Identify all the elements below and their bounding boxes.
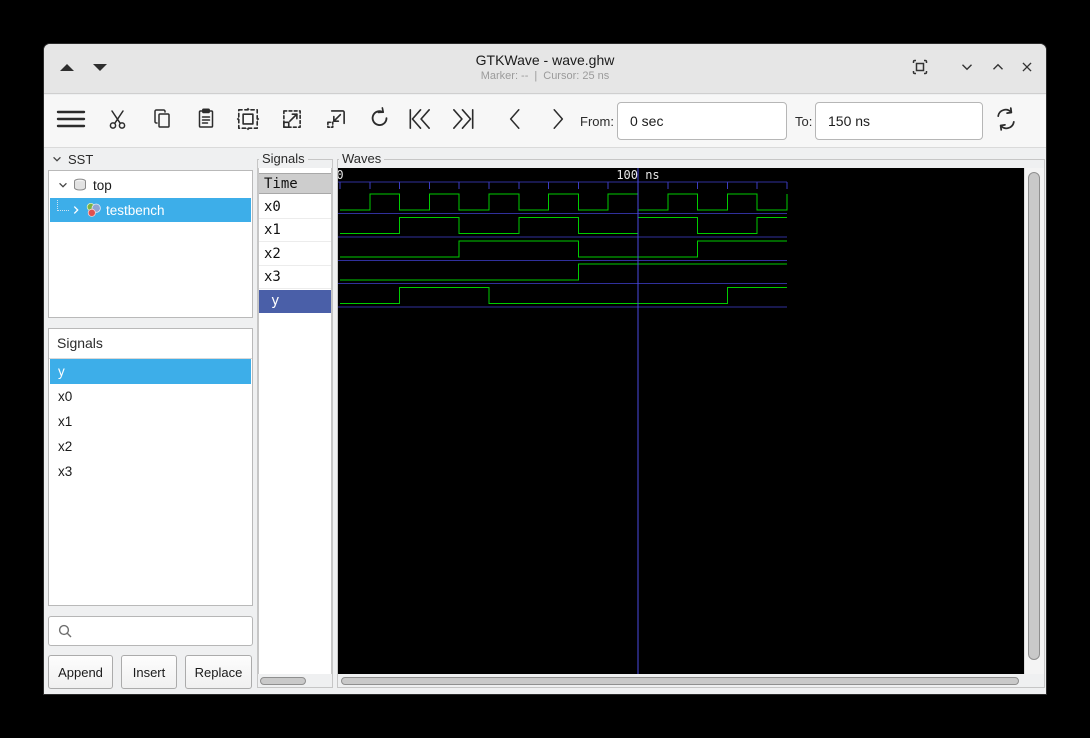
- fullscreen-icon: [910, 57, 930, 82]
- skip-to-end-button[interactable]: [448, 106, 478, 136]
- shade-up-button[interactable]: [60, 64, 74, 71]
- zoom-fit-button[interactable]: [233, 106, 263, 136]
- prev-edge-icon: [503, 106, 527, 137]
- signal-list-item-x0[interactable]: x0: [50, 384, 251, 409]
- trace-name-x3[interactable]: x3: [259, 266, 331, 290]
- trace-name-x0[interactable]: x0: [259, 196, 331, 219]
- waves-hscrollbar[interactable]: [338, 675, 1024, 688]
- waves-frame-label: Waves: [339, 151, 385, 166]
- tree-item-label: top: [93, 177, 112, 193]
- waveform-plot[interactable]: 0 100 ns: [338, 168, 1024, 674]
- cursor-status: Cursor: 25 ns: [543, 70, 610, 82]
- waves-hscrollbar-thumb[interactable]: [341, 677, 1019, 685]
- paste-icon: [195, 107, 217, 136]
- svg-text:0: 0: [338, 168, 344, 182]
- chevron-down-icon: [50, 152, 64, 166]
- desktop: GTKWave - wave.ghw Marker: -- | Cursor: 25…: [0, 0, 1090, 738]
- signal-list-item-x3[interactable]: x3: [50, 459, 251, 484]
- tree-item-top[interactable]: top: [50, 173, 251, 197]
- copy-icon: [151, 107, 173, 136]
- fullscreen-button[interactable]: [908, 57, 932, 81]
- reload-button[interactable]: [991, 106, 1021, 136]
- tree-item-testbench[interactable]: testbench: [50, 198, 251, 222]
- zoom-in-icon: [279, 106, 305, 137]
- reload-icon: [992, 105, 1020, 138]
- trace-name-x1[interactable]: x1: [259, 219, 331, 243]
- signal-search-panel: Signals y x0 x1 x2 x3: [48, 328, 253, 606]
- prev-edge-button[interactable]: [500, 106, 530, 136]
- tree-item-label: testbench: [106, 202, 165, 218]
- names-hscrollbar[interactable]: [258, 675, 332, 688]
- signals-frame-label: Signals: [259, 151, 308, 166]
- zoom-fit-icon: [235, 106, 261, 137]
- gtkwave-window: GTKWave - wave.ghw Marker: -- | Cursor: 25…: [44, 44, 1046, 694]
- titlebar-text: GTKWave - wave.ghw Marker: -- | Cursor: 25…: [44, 44, 1046, 82]
- chevron-up-icon: [989, 58, 1007, 81]
- menu-button[interactable]: [56, 106, 86, 136]
- skip-to-start-icon: [406, 106, 434, 137]
- names-hscrollbar-thumb[interactable]: [260, 677, 306, 685]
- next-edge-icon: [546, 106, 570, 137]
- sst-tree: top testbench: [48, 170, 253, 318]
- status-separator: |: [534, 70, 538, 82]
- module-icon: [72, 177, 89, 193]
- shade-down-button[interactable]: [93, 64, 107, 71]
- from-label: From:: [580, 114, 614, 129]
- skip-to-start-button[interactable]: [405, 106, 435, 136]
- search-input[interactable]: [79, 622, 259, 640]
- trace-name-panel: Time x0 x1 x2 x3 y: [258, 168, 332, 674]
- paste-button[interactable]: [191, 106, 221, 136]
- trace-name-x2[interactable]: x2: [259, 243, 331, 266]
- expander-right-icon[interactable]: [69, 203, 83, 217]
- signal-list-item-x1[interactable]: x1: [50, 409, 251, 434]
- skip-to-end-icon: [449, 106, 477, 137]
- undo-icon: [366, 106, 392, 137]
- copy-button[interactable]: [147, 106, 177, 136]
- minimize-button[interactable]: [955, 57, 979, 81]
- time-header[interactable]: Time: [259, 173, 331, 194]
- marker-status: Marker: --: [480, 70, 529, 82]
- titlebar[interactable]: GTKWave - wave.ghw Marker: -- | Cursor: 25…: [44, 44, 1046, 94]
- close-icon: [1018, 58, 1036, 81]
- replace-button[interactable]: Replace: [185, 655, 252, 689]
- signal-search-box: [48, 616, 259, 646]
- cut-icon: [107, 107, 129, 136]
- signal-list-item-y[interactable]: y: [50, 359, 251, 384]
- signal-list-item-x2[interactable]: x2: [50, 434, 251, 459]
- insert-button[interactable]: Insert: [121, 655, 177, 689]
- undo-button[interactable]: [364, 106, 394, 136]
- cut-button[interactable]: [103, 106, 133, 136]
- zoom-in-button[interactable]: [277, 106, 307, 136]
- maximize-button[interactable]: [986, 57, 1010, 81]
- window-title: GTKWave - wave.ghw: [475, 52, 615, 68]
- window-status: Marker: -- | Cursor: 25 ns: [44, 70, 1046, 82]
- trace-name-y[interactable]: y: [259, 289, 331, 313]
- to-input[interactable]: [815, 102, 983, 140]
- package-icon: [85, 202, 102, 218]
- next-edge-button[interactable]: [543, 106, 573, 136]
- toolbar: From: To:: [44, 95, 1046, 148]
- sst-label: SST: [68, 151, 94, 167]
- chevron-down-icon: [958, 58, 976, 81]
- zoom-out-button[interactable]: [321, 106, 351, 136]
- menu-icon: [56, 107, 86, 136]
- signal-list-header: Signals: [57, 335, 103, 351]
- close-button[interactable]: [1015, 57, 1039, 81]
- append-button[interactable]: Append: [48, 655, 113, 689]
- tree-connector: [57, 199, 69, 211]
- from-input[interactable]: [617, 102, 787, 140]
- to-label: To:: [795, 114, 813, 129]
- waves-vscrollbar-thumb[interactable]: [1028, 172, 1040, 660]
- expander-down-icon[interactable]: [56, 178, 70, 192]
- zoom-out-icon: [323, 106, 349, 137]
- main-content: SST top testbench Signals y x0 x1 x2 x3: [44, 148, 1046, 694]
- waves-vscrollbar[interactable]: [1024, 168, 1044, 674]
- search-icon: [57, 623, 73, 639]
- waveform-canvas[interactable]: 0 100 ns: [338, 168, 1024, 674]
- sst-header[interactable]: SST: [50, 150, 93, 168]
